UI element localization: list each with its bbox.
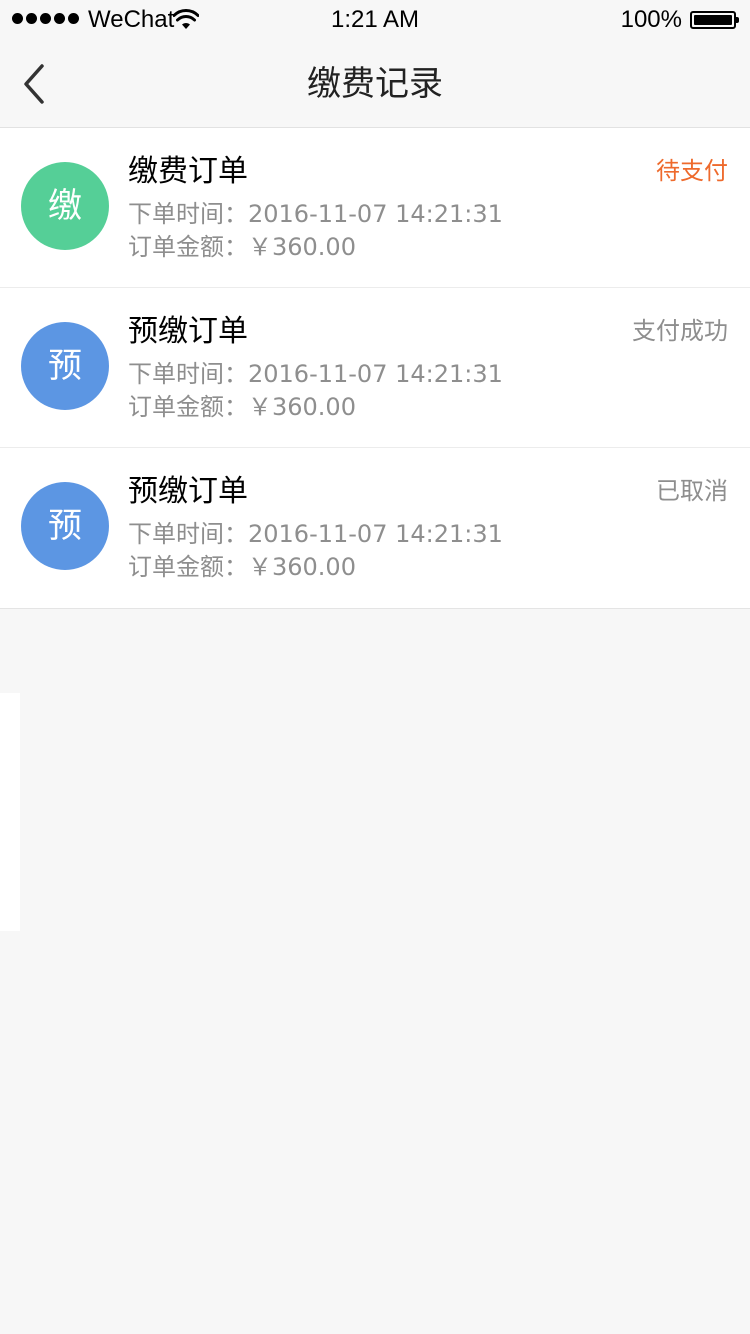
status-bar: WeChat 1:21 AM 100% [0,0,750,40]
order-item[interactable]: 缴 缴费订单 待支付 下单时间：2016-11-07 14:21:31 订单金额… [0,128,750,288]
order-amount: 订单金额：￥360.00 [128,553,356,581]
order-title: 预缴订单 [128,314,248,349]
order-item[interactable]: 预 预缴订单 支付成功 下单时间：2016-11-07 14:21:31 订单金… [0,288,750,448]
order-time: 下单时间：2016-11-07 14:21:31 [128,520,503,548]
battery-icon [690,11,739,29]
order-item[interactable]: 预 预缴订单 已取消 下单时间：2016-11-07 14:21:31 订单金额… [0,448,750,608]
order-status: 已取消 [656,477,728,505]
order-amount: 订单金额：￥360.00 [128,233,356,261]
page-title: 缴费记录 [307,64,443,104]
navigation-bar: 缴费记录 [0,40,750,128]
battery-percentage: 100% [620,6,682,33]
order-time: 下单时间：2016-11-07 14:21:31 [128,200,503,228]
order-status: 支付成功 [632,317,728,345]
order-avatar: 缴 [21,162,109,250]
edge-panel [0,693,20,931]
order-title: 缴费订单 [128,154,248,189]
order-time: 下单时间：2016-11-07 14:21:31 [128,360,503,388]
order-status: 待支付 [656,157,728,185]
order-title: 预缴订单 [128,474,248,509]
order-list: 缴 缴费订单 待支付 下单时间：2016-11-07 14:21:31 订单金额… [0,128,750,609]
order-avatar: 预 [21,322,109,410]
order-avatar: 预 [21,482,109,570]
order-amount: 订单金额：￥360.00 [128,393,356,421]
